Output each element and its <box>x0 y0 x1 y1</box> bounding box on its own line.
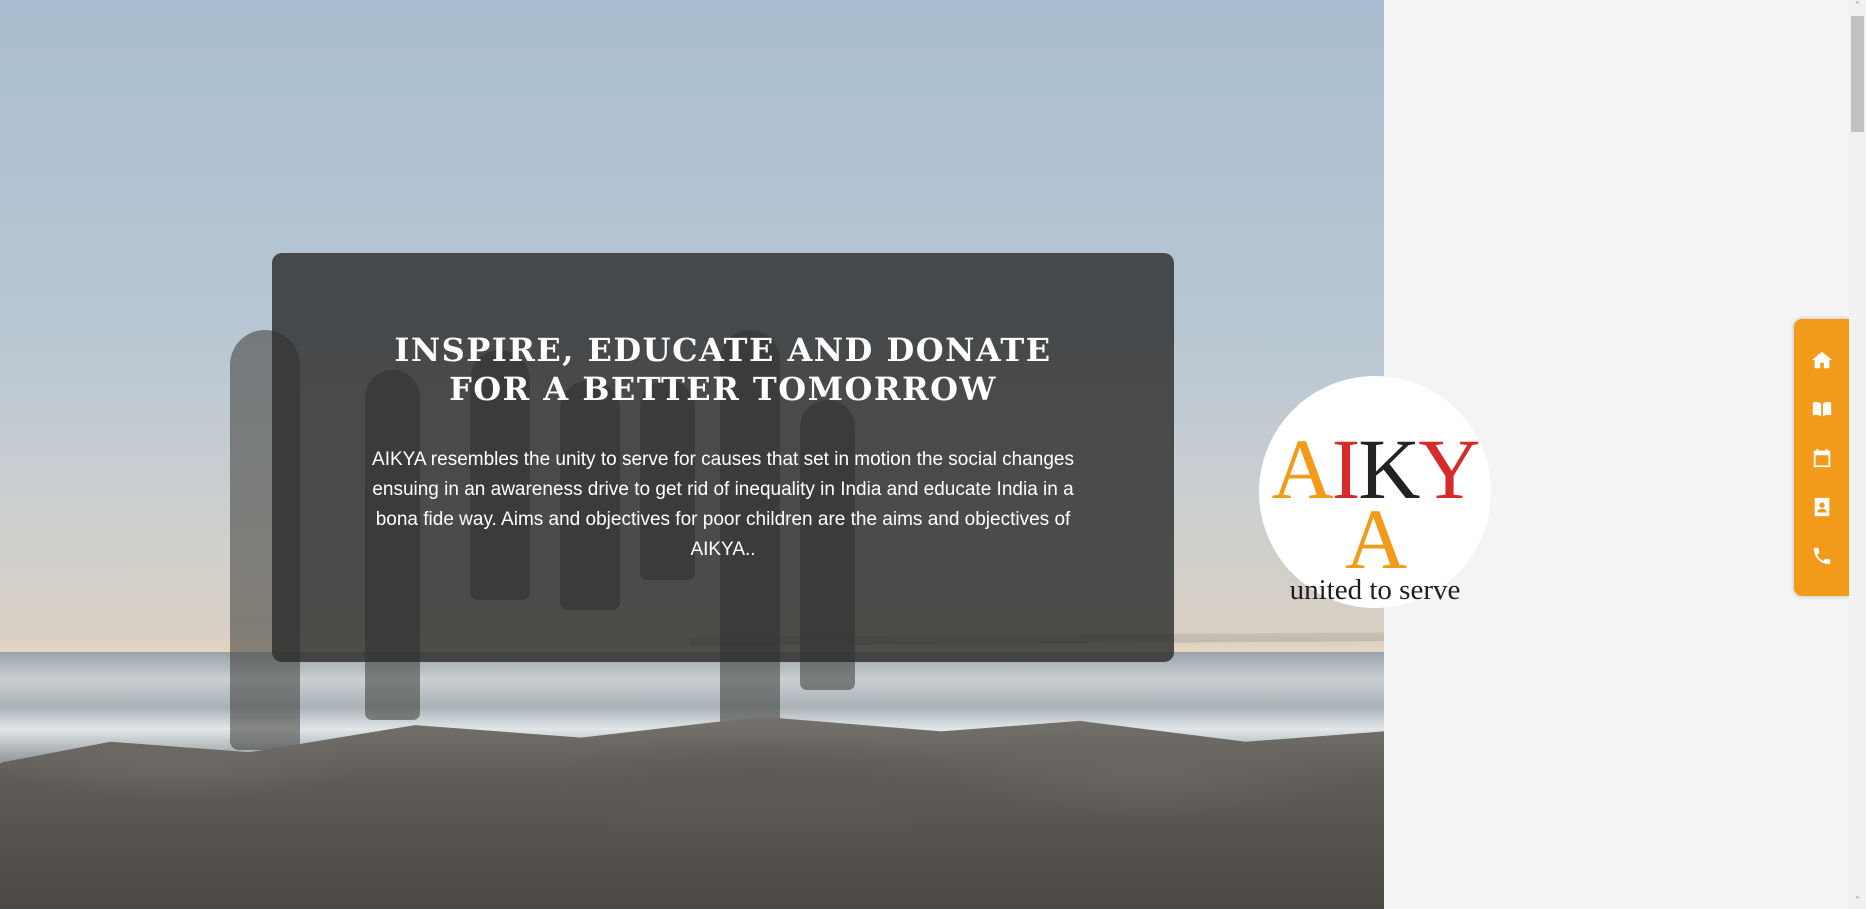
logo-letter: A <box>1271 421 1334 517</box>
hero-card: INSPIRE, EDUCATE AND DONATE FOR A BETTER… <box>272 253 1174 662</box>
nav-events[interactable] <box>1794 433 1849 482</box>
book-icon <box>1812 401 1831 416</box>
logo-tagline: united to serve <box>1289 574 1461 606</box>
hero-background-image: INSPIRE, EDUCATE AND DONATE FOR A BETTER… <box>0 0 1384 909</box>
home-icon <box>1811 351 1832 368</box>
hero-description: AIKYA resembles the unity to serve for c… <box>372 449 1074 560</box>
nav-call[interactable] <box>1794 531 1849 580</box>
logo-wordmark: AIKYA <box>1259 421 1491 587</box>
nav-about[interactable] <box>1794 384 1849 433</box>
contact-card-icon <box>1814 497 1829 516</box>
nav-home[interactable] <box>1794 335 1849 384</box>
side-navigation <box>1794 319 1849 596</box>
scroll-down-arrow[interactable]: ˅ <box>1849 895 1866 909</box>
scroll-thumb[interactable] <box>1851 16 1864 132</box>
scroll-up-arrow[interactable]: ˄ <box>1849 0 1866 14</box>
hero-heading: INSPIRE, EDUCATE AND DONATE FOR A BETTER… <box>394 331 1052 408</box>
nav-contact-book[interactable] <box>1794 482 1849 531</box>
phone-icon <box>1813 547 1830 564</box>
logo-letter: Y <box>1418 421 1480 517</box>
aikya-logo[interactable]: AIKYA united to serve <box>1259 376 1491 608</box>
logo-letter: A <box>1344 491 1407 587</box>
calendar-icon <box>1813 448 1830 467</box>
page-scrollbar[interactable]: ˄ ˅ <box>1849 0 1866 909</box>
